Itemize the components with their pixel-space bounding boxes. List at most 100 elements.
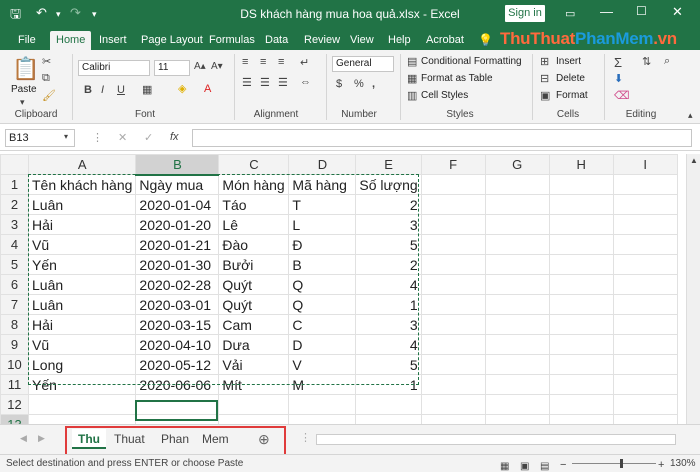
- cell[interactable]: [548, 294, 614, 315]
- format-painter-icon[interactable]: 🖌: [42, 89, 56, 102]
- zoom-in-icon[interactable]: +: [658, 457, 664, 474]
- cell[interactable]: Mít: [218, 374, 290, 395]
- clear-icon[interactable]: ⌫: [614, 89, 630, 102]
- cell-styles-button[interactable]: Cell Styles: [421, 90, 468, 101]
- tab-page-layout[interactable]: Page Layout: [135, 31, 209, 50]
- cell[interactable]: [420, 234, 486, 255]
- cell[interactable]: [548, 374, 614, 395]
- cell[interactable]: [420, 174, 486, 195]
- tab-file[interactable]: File: [12, 31, 42, 50]
- tab-review[interactable]: Review: [298, 31, 346, 50]
- cell[interactable]: [548, 354, 614, 375]
- cell[interactable]: T: [288, 194, 357, 215]
- cell[interactable]: [27, 414, 137, 424]
- cell[interactable]: [288, 414, 357, 424]
- cut-icon[interactable]: ✂: [42, 55, 51, 68]
- tab-formulas[interactable]: Formulas: [203, 31, 261, 50]
- cell[interactable]: M: [288, 374, 357, 395]
- cell[interactable]: [612, 414, 678, 424]
- bold-icon[interactable]: B: [84, 84, 92, 96]
- cell[interactable]: 2020-01-30: [135, 254, 220, 275]
- cell[interactable]: [484, 294, 550, 315]
- cell[interactable]: Vải: [218, 354, 290, 375]
- close-icon[interactable]: ✕: [672, 4, 683, 20]
- cell[interactable]: [484, 194, 550, 215]
- cell[interactable]: [420, 294, 486, 315]
- sheet-tab-thuat[interactable]: Thuat: [108, 429, 151, 449]
- row-header[interactable]: 12: [0, 394, 29, 415]
- cell[interactable]: [484, 174, 550, 195]
- paste-dropdown-icon[interactable]: ▾: [20, 97, 25, 108]
- cell[interactable]: [420, 414, 486, 424]
- vertical-scrollbar[interactable]: ▲: [686, 154, 700, 424]
- cell[interactable]: [548, 314, 614, 335]
- sheet-tab-thu[interactable]: Thu: [72, 429, 106, 449]
- cell[interactable]: Yến: [27, 374, 137, 395]
- cell[interactable]: 2020-03-01: [135, 294, 220, 315]
- column-header[interactable]: I: [612, 154, 678, 175]
- row-header[interactable]: 8: [0, 314, 29, 335]
- cell[interactable]: [612, 394, 678, 415]
- wrap-text-icon[interactable]: ↵: [300, 56, 309, 69]
- cell[interactable]: [548, 274, 614, 295]
- row-header[interactable]: 9: [0, 334, 29, 355]
- row-header[interactable]: 4: [0, 234, 29, 255]
- cell[interactable]: [355, 414, 422, 424]
- find-select-icon[interactable]: ⌕: [664, 55, 670, 68]
- decrease-font-icon[interactable]: A▾: [211, 61, 223, 72]
- cell[interactable]: Dưa: [218, 334, 290, 355]
- cell[interactable]: [355, 394, 422, 415]
- cell[interactable]: Luân: [27, 274, 137, 295]
- cell[interactable]: 5: [355, 234, 422, 255]
- name-box-dropdown-icon[interactable]: ▾: [64, 132, 68, 141]
- cell[interactable]: Hải: [27, 314, 137, 335]
- cell[interactable]: [484, 374, 550, 395]
- cell[interactable]: Vũ: [27, 234, 137, 255]
- cell[interactable]: [420, 354, 486, 375]
- cell[interactable]: Đ: [288, 234, 357, 255]
- tab-acrobat[interactable]: Acrobat: [420, 31, 470, 50]
- cell[interactable]: 1: [355, 294, 422, 315]
- cell[interactable]: [548, 194, 614, 215]
- font-name-select[interactable]: Calibri: [78, 60, 150, 76]
- format-button[interactable]: Format: [556, 90, 588, 101]
- cell[interactable]: 1: [355, 374, 422, 395]
- align-top-icon[interactable]: ≡: [242, 56, 248, 68]
- cell[interactable]: Hải: [27, 214, 137, 235]
- tab-splitter-icon[interactable]: ⋮: [300, 431, 311, 444]
- cell[interactable]: 4: [355, 334, 422, 355]
- sign-in-button[interactable]: Sign in: [505, 5, 545, 22]
- tab-data[interactable]: Data: [259, 31, 294, 50]
- select-all-corner[interactable]: [0, 154, 29, 175]
- lightbulb-icon[interactable]: 💡: [472, 31, 499, 50]
- cell[interactable]: [484, 414, 550, 424]
- zoom-slider-thumb[interactable]: [620, 459, 623, 468]
- cell[interactable]: [548, 174, 614, 195]
- cell[interactable]: [420, 254, 486, 275]
- cell[interactable]: Q: [288, 274, 357, 295]
- cell[interactable]: Đào: [218, 234, 290, 255]
- cell[interactable]: Bưởi: [218, 254, 290, 275]
- scroll-left-icon[interactable]: ◀: [20, 433, 27, 444]
- autosum-icon[interactable]: Σ: [614, 55, 622, 70]
- font-color-icon[interactable]: A: [204, 83, 211, 95]
- cell[interactable]: 2020-01-20: [135, 214, 220, 235]
- cell[interactable]: [135, 414, 220, 424]
- cell[interactable]: Mã hàng: [288, 174, 357, 195]
- zoom-level[interactable]: 130%: [670, 455, 696, 472]
- cell[interactable]: [612, 234, 678, 255]
- cell[interactable]: [548, 394, 614, 415]
- cell[interactable]: [420, 374, 486, 395]
- cell[interactable]: [484, 274, 550, 295]
- tab-help[interactable]: Help: [382, 31, 417, 50]
- row-header[interactable]: 13: [0, 414, 29, 424]
- cell[interactable]: 3: [355, 314, 422, 335]
- cell[interactable]: Quýt: [218, 294, 290, 315]
- align-bottom-icon[interactable]: ≡: [278, 56, 284, 68]
- delete-button[interactable]: Delete: [556, 73, 585, 84]
- column-header[interactable]: A: [27, 154, 137, 175]
- cancel-icon[interactable]: ✕: [118, 131, 127, 144]
- cell[interactable]: [135, 394, 220, 415]
- cell[interactable]: Cam: [218, 314, 290, 335]
- cell[interactable]: [612, 274, 678, 295]
